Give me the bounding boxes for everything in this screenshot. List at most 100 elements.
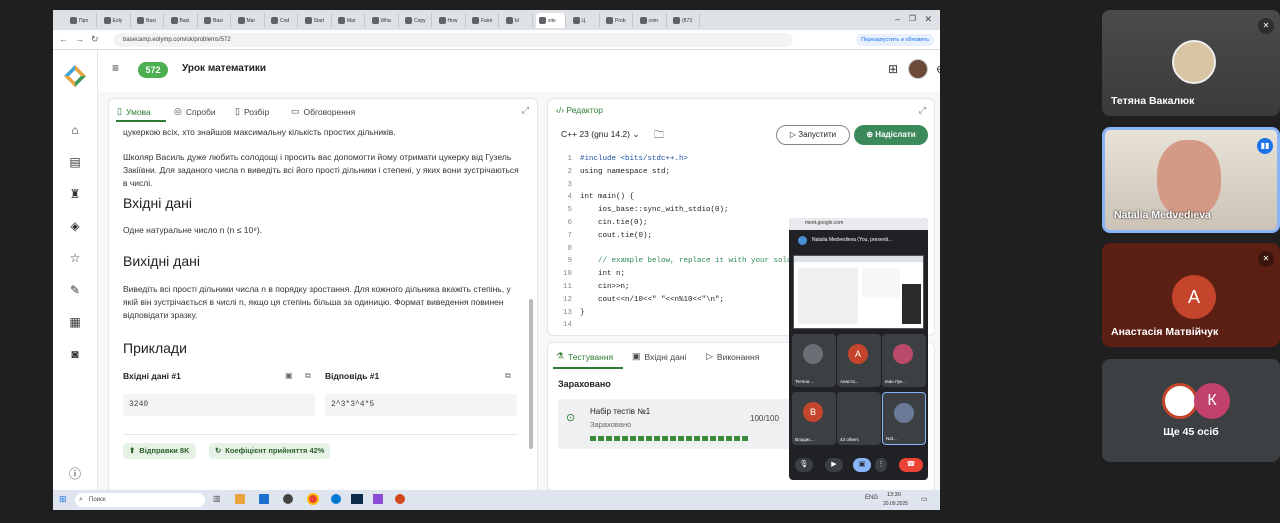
notifications-icon[interactable]: ▭: [921, 495, 928, 503]
copy-icon[interactable]: ⧉: [505, 369, 511, 382]
participant-tile[interactable]: А ✕ Анастасія Матвійчук: [1102, 243, 1280, 347]
eolymp-logo-icon[interactable]: [63, 64, 87, 88]
language-select[interactable]: C++ 23 (gnu 14.2) ⌄: [561, 129, 640, 140]
scrollbar[interactable]: [529, 299, 533, 449]
favicon-icon: [70, 17, 77, 24]
tab-testing[interactable]: ⚗ Тестування: [556, 351, 613, 362]
browser-tab[interactable]: Про: [67, 13, 97, 28]
app-icon[interactable]: [283, 494, 293, 504]
folder-icon[interactable]: 🗀: [654, 128, 664, 145]
file-explorer-icon[interactable]: [235, 494, 245, 504]
expand-icon[interactable]: ⤢: [919, 105, 926, 116]
favicon-icon: [170, 17, 178, 24]
browser-tab[interactable]: Prob: [603, 13, 633, 28]
tab-statement[interactable]: ▯ Умова: [117, 106, 151, 117]
problems-icon[interactable]: ▤: [67, 154, 83, 170]
acceptance-chip[interactable]: ↻ Коефіцієнт прийняття 42%: [209, 443, 331, 459]
favicon-icon: [137, 17, 144, 24]
open-terminal-icon[interactable]: ▣: [285, 369, 293, 382]
tab-input-data[interactable]: ▣ Вхідні дані: [632, 351, 686, 362]
browser-tab[interactable]: Eoly: [101, 13, 131, 28]
browser-tab[interactable]: Basi: [168, 13, 198, 28]
divider: [123, 434, 518, 435]
meet-participant-tile[interactable]: В Владис...: [792, 392, 836, 445]
task-view-icon[interactable]: ▥: [213, 494, 221, 503]
windows-start-icon[interactable]: ⊞: [59, 494, 67, 505]
clock-time[interactable]: 13:30: [887, 492, 901, 498]
arrow-up-icon: ⬆: [129, 446, 136, 455]
browser-tab[interactable]: Start: [302, 13, 332, 28]
participant-tile-active-speaker[interactable]: ▮▮ Natalia Medvedieva: [1102, 127, 1280, 233]
app-icon[interactable]: [351, 494, 363, 504]
trophy-icon[interactable]: ♜: [67, 186, 83, 202]
browser-tab[interactable]: How: [436, 13, 466, 28]
test-set-card[interactable]: ⊙ Набір тестів №1 Зараховано 100/100: [558, 399, 798, 449]
browser-tab[interactable]: Ы: [503, 13, 533, 28]
passed-test-segment: [694, 436, 700, 441]
meet-participant-tile[interactable]: 43 others: [837, 392, 881, 445]
example-output-value: 2^3*3^4*5: [325, 394, 517, 416]
screen-preview[interactable]: [793, 255, 924, 329]
forward-icon[interactable]: →: [75, 34, 84, 44]
minimize-icon[interactable]: –: [895, 14, 900, 24]
browser-tab[interactable]: (873: [670, 13, 700, 28]
clock-date[interactable]: 20.09.2025: [883, 501, 908, 507]
browser-tab[interactable]: Copy: [402, 13, 432, 28]
back-icon[interactable]: ←: [59, 34, 68, 44]
browser-tab[interactable]: Basi: [134, 13, 164, 28]
visual-studio-icon[interactable]: [373, 494, 383, 504]
hangup-button[interactable]: ☎: [899, 458, 923, 472]
meet-participant-tile[interactable]: Тетяна ...: [792, 334, 836, 387]
problem-id-badge: 572: [138, 62, 168, 78]
meet-participant-tile[interactable]: Іван Лук...: [882, 334, 926, 387]
close-icon[interactable]: ✕: [924, 14, 932, 25]
expand-icon[interactable]: ⤢: [522, 105, 529, 116]
apps-grid-icon[interactable]: ⊞: [888, 62, 898, 76]
reload-icon[interactable]: ↻: [91, 34, 99, 45]
mic-button[interactable]: 🎙: [795, 458, 813, 472]
participant-tile[interactable]: ✕ Тетяна Вакалюк: [1102, 10, 1280, 116]
star-icon[interactable]: ☆: [67, 250, 83, 266]
language-globe-icon[interactable]: ⊕: [936, 62, 940, 76]
meet-participant-tile[interactable]: Nat...: [882, 392, 926, 445]
run-button[interactable]: ▷ Запустити: [776, 125, 850, 145]
user-avatar[interactable]: [908, 59, 928, 79]
tab-discussion[interactable]: ▭ Обговорення: [291, 106, 355, 117]
present-button[interactable]: ▣: [853, 458, 871, 472]
submit-button[interactable]: ⊕ Надіслати: [854, 125, 928, 145]
browser-tab[interactable]: Ц: [570, 13, 600, 28]
browser-tab[interactable]: Mar: [335, 13, 365, 28]
browser-tab[interactable]: com: [637, 13, 667, 28]
app-icon[interactable]: [259, 494, 269, 504]
browser-tab[interactable]: Basi: [201, 13, 231, 28]
update-button[interactable]: Перезапустить и обновить: [856, 34, 934, 46]
submissions-chip[interactable]: ⬆ Відправки 8K: [123, 443, 196, 459]
browser-tab[interactable]: Cod: [268, 13, 298, 28]
more-options-button[interactable]: ⋮: [875, 458, 887, 472]
tab-attempts[interactable]: ◎ Спроби: [174, 106, 216, 117]
copy-icon[interactable]: ⧉: [305, 369, 311, 382]
browser-tab[interactable]: Wha: [369, 13, 399, 28]
language-indicator[interactable]: ENG: [865, 495, 878, 501]
meet-participant-tile[interactable]: А Анаста...: [837, 334, 881, 387]
store-icon[interactable]: ▦: [67, 314, 83, 330]
tab-execution[interactable]: ▷ Виконання: [706, 351, 759, 362]
browser-tab[interactable]: Mar: [235, 13, 265, 28]
chrome-icon[interactable]: [307, 493, 319, 505]
info-icon[interactable]: ⓘ: [67, 466, 83, 482]
app-icon[interactable]: [395, 494, 405, 504]
tab-editorial[interactable]: ▯ Розбір: [235, 106, 269, 117]
home-icon[interactable]: ⌂: [67, 122, 83, 138]
menu-icon[interactable]: ≡: [112, 61, 119, 75]
edge-icon[interactable]: [331, 494, 341, 504]
taskbar-search[interactable]: ⌕ Поиск: [75, 493, 205, 507]
maximize-icon[interactable]: ❐: [909, 14, 916, 23]
edit-icon[interactable]: ✎: [67, 282, 83, 298]
courses-icon[interactable]: ◈: [67, 218, 83, 234]
browser-tab[interactable]: Faire: [469, 13, 499, 28]
url-field[interactable]: basecamp.eolymp.com/uk/problems/572: [113, 33, 793, 47]
browser-tab[interactable]: site: [536, 13, 566, 28]
camera-button[interactable]: ▶: [825, 458, 843, 472]
more-participants-tile[interactable]: К Ще 45 осіб: [1102, 359, 1280, 462]
gamepad-icon[interactable]: ◙: [67, 346, 83, 362]
